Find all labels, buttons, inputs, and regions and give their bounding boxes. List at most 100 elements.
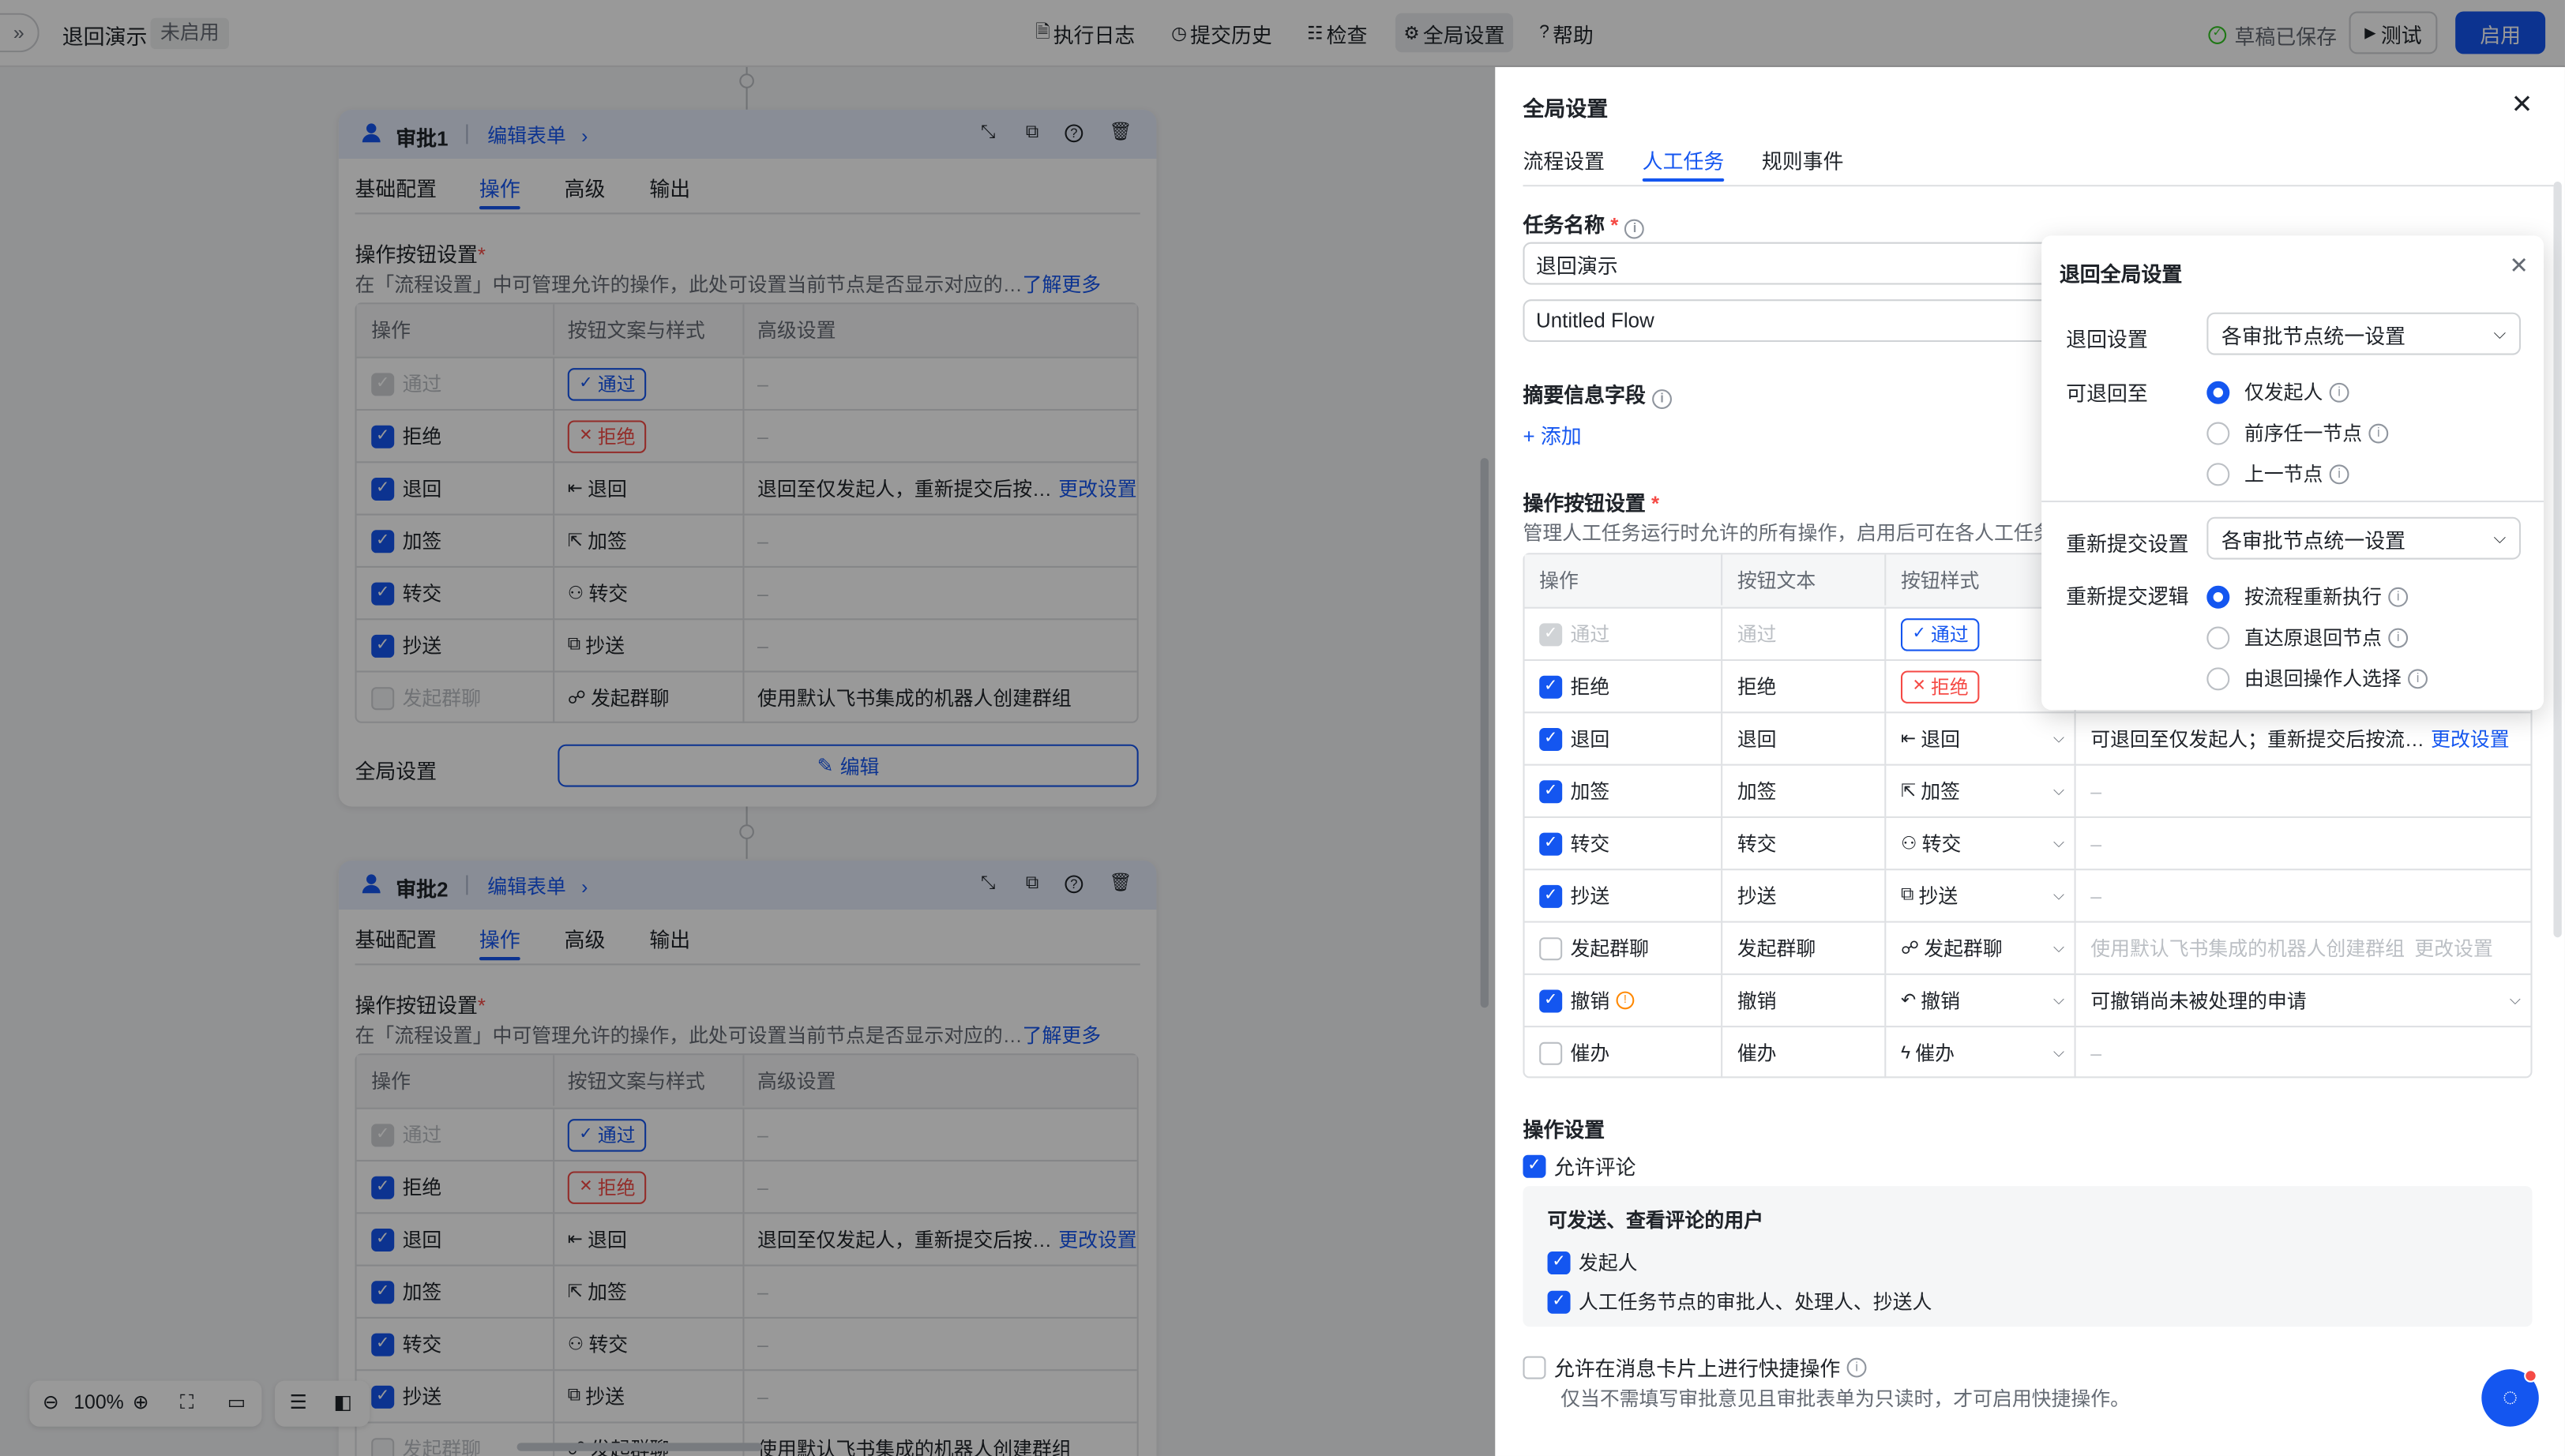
button-text-cell[interactable]: 加签 [1721, 765, 1884, 816]
button-text-cell[interactable]: 通过 [1721, 608, 1884, 659]
operation-checkbox[interactable]: ✓ 抄送 [1525, 870, 1722, 921]
radio-empty-icon [2206, 666, 2230, 690]
divider [2041, 501, 2544, 503]
button-style-select[interactable]: ⇤ 退回 ⌵ [1884, 713, 2074, 764]
chevron-down-icon: ⌵ [2052, 730, 2065, 746]
checkbox-empty-icon [1523, 1355, 1546, 1379]
operation-checkbox[interactable]: ✓ 退回 [1525, 713, 1722, 764]
change-settings-link[interactable]: 更改设置 [2414, 934, 2492, 962]
tab-manual-task[interactable]: 人工任务 [1642, 144, 1725, 182]
flow-name-input[interactable]: Untitled Flow [1523, 299, 2064, 343]
close-icon: ✕ [1912, 677, 1926, 696]
resubmit-logic-label: 重新提交逻辑 [2066, 585, 2189, 609]
button-text-cell[interactable]: 拒绝 [1721, 661, 1884, 712]
chevron-down-icon: ⌵ [2052, 1043, 2065, 1060]
info-icon: i [1652, 389, 1673, 409]
advanced-setting-cell: 使用默认飞书集成的机器人创建群组 更改设置 [2074, 922, 2531, 974]
button-text-cell[interactable]: 抄送 [1721, 870, 1884, 921]
chevron-down-icon: ⌵ [2052, 782, 2065, 799]
popup-title: 退回全局设置 [2059, 263, 2183, 287]
change-settings-link[interactable]: 更改设置 [2431, 725, 2509, 752]
comment-user-initiator-checkbox[interactable]: ✓ 发起人 [1547, 1248, 1638, 1276]
radio-option[interactable]: 仅发起人 i [2206, 378, 2349, 406]
plus-icon: + [1523, 425, 1535, 448]
close-icon[interactable]: ✕ [2510, 252, 2529, 280]
comment-user-approvers-checkbox[interactable]: ✓ 人工任务节点的审批人、处理人、抄送人 [1547, 1288, 1932, 1315]
button-text-cell[interactable]: 催办 [1721, 1027, 1884, 1079]
table-row: ✓ 撤销! 撤销 ↶ 撤销 ⌵ 可撤销尚未被处理的申请 ⌵ [1524, 973, 2531, 1026]
button-text-cell[interactable]: 转交 [1721, 817, 1884, 869]
radio-empty-icon [2206, 625, 2230, 649]
advanced-setting-cell: – [2074, 870, 2531, 921]
tab-flow-settings[interactable]: 流程设置 [1523, 144, 1605, 174]
radio-selected-icon [2206, 584, 2230, 608]
return-global-settings-popup: 退回全局设置 ✕ 退回设置 各审批节点统一设置 ⌵ 可退回至 仅发起人 i 前序任一节… [2041, 235, 2544, 711]
button-style-select[interactable]: ⚇ 转交 ⌵ [1884, 817, 2074, 869]
checkbox-checked-icon: ✓ [1539, 726, 1563, 750]
button-style-select[interactable]: ϟ 催办 ⌵ [1884, 1027, 2074, 1079]
panel-scrollbar[interactable] [2553, 181, 2562, 938]
panel-title: 全局设置 [1523, 96, 1609, 122]
operation-checkbox[interactable]: ✓ 加签 [1525, 766, 1722, 816]
radio-option[interactable]: 直达原退回节点 i [2206, 623, 2409, 651]
checkbox-checked-icon: ✓ [1539, 622, 1563, 646]
operation-icon: ⇤ [1900, 730, 1917, 749]
headset-icon: ◌ [2502, 1383, 2518, 1412]
return-to-label: 可退回至 [2066, 382, 2148, 406]
table-row: ✓ 抄送 抄送 ⧉ 抄送 ⌵ – [1524, 869, 2531, 921]
checkbox-checked-icon: ✓ [1547, 1250, 1571, 1274]
ops-description: 管理人工任务运行时允许的所有操作，启用后可在各人工任务 [1523, 521, 2053, 545]
allow-comment-checkbox[interactable]: ✓ 允许评论 [1523, 1150, 1636, 1181]
operation-checkbox[interactable]: ✓ 转交 [1525, 818, 1722, 869]
button-style-preview: ✓ 通过 [1900, 617, 1981, 651]
return-setting-select[interactable]: 各审批节点统一设置 ⌵ [2206, 312, 2522, 355]
radio-option[interactable]: 按流程重新执行 i [2206, 583, 2409, 610]
info-icon: i [2368, 422, 2389, 443]
button-style-select[interactable]: ⇱ 加签 ⌵ [1884, 765, 2074, 816]
check-icon: ✓ [1912, 625, 1926, 644]
radio-option[interactable]: 前序任一节点 i [2206, 418, 2389, 446]
advanced-setting-cell: – [2074, 1027, 2531, 1079]
button-text: 转交 [1921, 832, 1962, 856]
comment-users-label: 可发送、查看评论的用户 [1547, 1209, 1764, 1233]
button-text-cell[interactable]: 撤销 [1721, 974, 1884, 1026]
operation-icon: ⇱ [1900, 782, 1917, 802]
add-summary-button[interactable]: + 添加 [1523, 418, 1581, 449]
table-row: ✓ 退回 退回 ⇤ 退回 ⌵ 可退回至仅发起人；重新提交后按流… 更改设置 [1524, 711, 2531, 764]
radio-empty-icon [2206, 421, 2230, 445]
chevron-down-icon: ⌵ [2493, 529, 2507, 548]
radio-option[interactable]: 上一节点 i [2206, 460, 2349, 487]
quick-action-checkbox[interactable]: 允许在消息卡片上进行快捷操作 i [1523, 1351, 1867, 1382]
column-header: 操作 [1539, 569, 1579, 593]
warning-icon: ! [1616, 991, 1635, 1010]
button-style-select[interactable]: ↶ 撤销 ⌵ [1884, 974, 2074, 1026]
resubmit-setting-select[interactable]: 各审批节点统一设置 ⌵ [2206, 516, 2522, 560]
radio-selected-icon [2206, 380, 2230, 403]
checkbox-checked-icon: ✓ [1539, 831, 1563, 855]
chevron-down-icon: ⌵ [2052, 939, 2065, 955]
radio-option[interactable]: 由退回操作人选择 i [2206, 664, 2428, 692]
button-style-select[interactable]: ⧉ 抄送 ⌵ [1884, 870, 2074, 921]
operation-checkbox[interactable]: ✓ 撤销! [1525, 975, 1722, 1026]
checkbox-checked-icon: ✓ [1523, 1154, 1546, 1177]
operation-checkbox[interactable]: 发起群聊 [1525, 923, 1722, 974]
button-text-cell[interactable]: 发起群聊 [1721, 922, 1884, 974]
button-style-select[interactable]: ☍ 发起群聊 ⌵ [1884, 922, 2074, 974]
task-name-input[interactable]: 退回演示 [1523, 242, 2064, 285]
radio-empty-icon [2206, 462, 2230, 486]
table-row: 发起群聊 发起群聊 ☍ 发起群聊 ⌵ 使用默认飞书集成的机器人创建群组 更改设置 [1524, 921, 2531, 974]
operation-checkbox[interactable]: ✓ 拒绝 [1525, 661, 1722, 711]
operation-icon: ⧉ [1900, 884, 1914, 905]
checkbox-empty-icon [1539, 1041, 1563, 1064]
button-style-preview: ✕ 拒绝 [1900, 670, 1981, 703]
tab-rule-events[interactable]: 规则事件 [1762, 144, 1844, 174]
button-text-cell[interactable]: 退回 [1721, 713, 1884, 764]
chevron-down-icon: ⌵ [2052, 886, 2065, 903]
advanced-setting-cell: – [2074, 817, 2531, 869]
operation-checkbox[interactable]: 催办 [1525, 1027, 1722, 1078]
close-icon[interactable]: ✕ [2511, 88, 2533, 121]
notification-dot [2524, 1369, 2537, 1383]
chevron-down-icon: ⌵ [2052, 834, 2065, 851]
operation-icon: ↶ [1900, 991, 1917, 1011]
button-text: 撤销 [1921, 989, 1961, 1013]
